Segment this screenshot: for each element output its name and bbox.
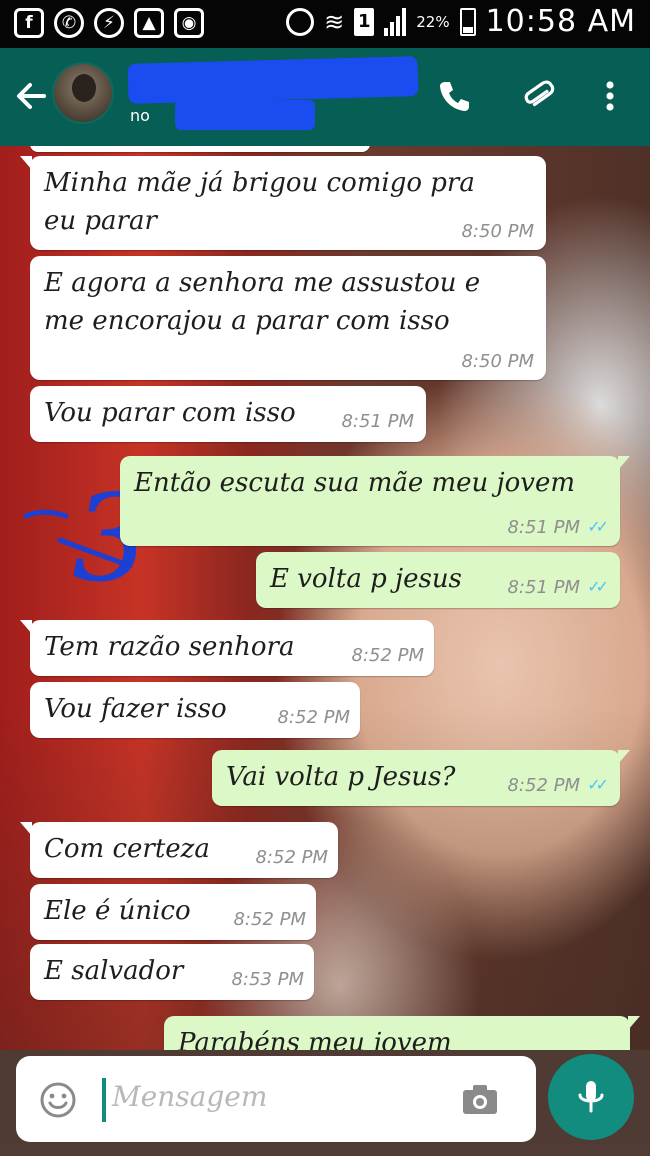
phone-icon[interactable]: [432, 74, 476, 118]
message-bubble-incoming[interactable]: E agora a senhora me assustou e me encor…: [30, 256, 546, 380]
message-text: Então escuta sua mãe meu jovem: [134, 468, 575, 498]
message-bubble-incoming[interactable]: Vou fazer isso 8:52 PM: [30, 682, 360, 738]
message-text: Parabéns meu jovem: [178, 1028, 452, 1050]
message-time: 8:50 PM: [461, 221, 534, 242]
message-bubble-incoming[interactable]: Ele é único 8:52 PM: [30, 884, 316, 940]
signal-icon: [384, 7, 407, 36]
clock: 10:58 AM: [485, 4, 636, 39]
message-time: 8:52 PM: [233, 909, 306, 930]
message-text: Minha mãe já brigou comigo pra eu parar: [44, 168, 475, 236]
message-bubble-partial: [30, 146, 370, 152]
message-bubble-outgoing[interactable]: E volta p jesus 8:51 PM ✓✓: [256, 552, 620, 608]
message-text: E salvador: [44, 956, 184, 986]
message-bubble-outgoing[interactable]: Vai volta p Jesus? 8:52 PM ✓✓: [212, 750, 630, 806]
gallery-icon: ▲: [134, 8, 164, 38]
whatsapp-icon: ✆: [54, 8, 84, 38]
emoji-icon[interactable]: [38, 1080, 78, 1120]
message-time: 8:52 PM: [277, 707, 350, 728]
read-ticks-icon: ✓✓: [587, 517, 609, 536]
status-bar: f ✆ ⚡ ▲ ◉ ≋ 1 22% 10:58 AM: [0, 0, 650, 48]
camera-icon[interactable]: [460, 1080, 500, 1120]
avatar[interactable]: [52, 62, 114, 124]
message-time: 8:53 PM: [231, 969, 304, 990]
message-time: 8:51 PM: [507, 577, 580, 598]
message-bubble-incoming[interactable]: Tem razão senhora 8:52 PM: [20, 620, 434, 676]
battery-percent: 22%: [416, 12, 450, 31]
message-time: 8:52 PM: [507, 775, 580, 796]
message-text: Com certeza: [44, 834, 210, 864]
facebook-icon: f: [14, 8, 44, 38]
message-time: 8:50 PM: [461, 351, 534, 372]
sim-indicator: 1: [354, 7, 375, 36]
back-arrow-icon[interactable]: [12, 76, 48, 116]
message-bubble-outgoing[interactable]: Parabéns meu jovem: [164, 1016, 640, 1050]
message-text: E volta p jesus: [270, 564, 462, 594]
instagram-icon: ◉: [174, 8, 204, 38]
message-time: 8:52 PM: [255, 847, 328, 868]
read-ticks-icon: ✓✓: [587, 577, 609, 596]
message-text: Vou parar com isso: [44, 398, 296, 428]
messenger-icon: ⚡: [94, 8, 124, 38]
message-text: Vou fazer isso: [44, 694, 227, 724]
message-time: 8:52 PM: [351, 645, 424, 666]
message-time: 8:51 PM: [341, 411, 414, 432]
chat-area[interactable]: 3 Minha mãe já brigou comigo pra eu para…: [0, 146, 650, 1050]
message-bubble-incoming[interactable]: E salvador 8:53 PM: [30, 944, 314, 1000]
message-text: Ele é único: [44, 896, 191, 926]
message-bubble-incoming[interactable]: Minha mãe já brigou comigo pra eu parar …: [20, 156, 546, 250]
message-bubble-incoming[interactable]: Com certeza 8:52 PM: [20, 822, 338, 878]
redaction-scribble: [175, 100, 315, 130]
more-vert-icon[interactable]: [588, 74, 632, 118]
message-placeholder: Mensagem: [112, 1080, 268, 1113]
chat-header: no: [0, 48, 650, 146]
wifi-icon: ≋: [324, 7, 345, 36]
alarm-icon: [286, 7, 315, 36]
message-bubble-outgoing[interactable]: Então escuta sua mãe meu jovem 8:51 PM ✓…: [120, 456, 630, 546]
read-ticks-icon: ✓✓: [587, 775, 609, 794]
mic-button[interactable]: [548, 1054, 634, 1140]
message-text: E agora a senhora me assustou e me encor…: [44, 268, 481, 336]
message-input[interactable]: Mensagem: [16, 1056, 536, 1142]
contact-status: no: [130, 106, 150, 125]
message-text: Tem razão senhora: [44, 632, 295, 662]
message-time: 8:51 PM: [507, 517, 580, 538]
mic-icon: [578, 1081, 604, 1113]
notification-icons: f ✆ ⚡ ▲ ◉: [14, 8, 204, 38]
system-indicators: ≋ 1 22% 10:58 AM: [286, 4, 636, 39]
text-cursor: [102, 1078, 106, 1122]
contact-name-redacted[interactable]: [127, 56, 419, 104]
battery-icon: [459, 7, 476, 36]
compose-bar: Mensagem: [0, 1050, 650, 1156]
message-bubble-incoming[interactable]: Vou parar com isso 8:51 PM: [30, 386, 426, 442]
message-text: Vai volta p Jesus?: [226, 762, 456, 792]
paperclip-icon[interactable]: [516, 74, 560, 118]
